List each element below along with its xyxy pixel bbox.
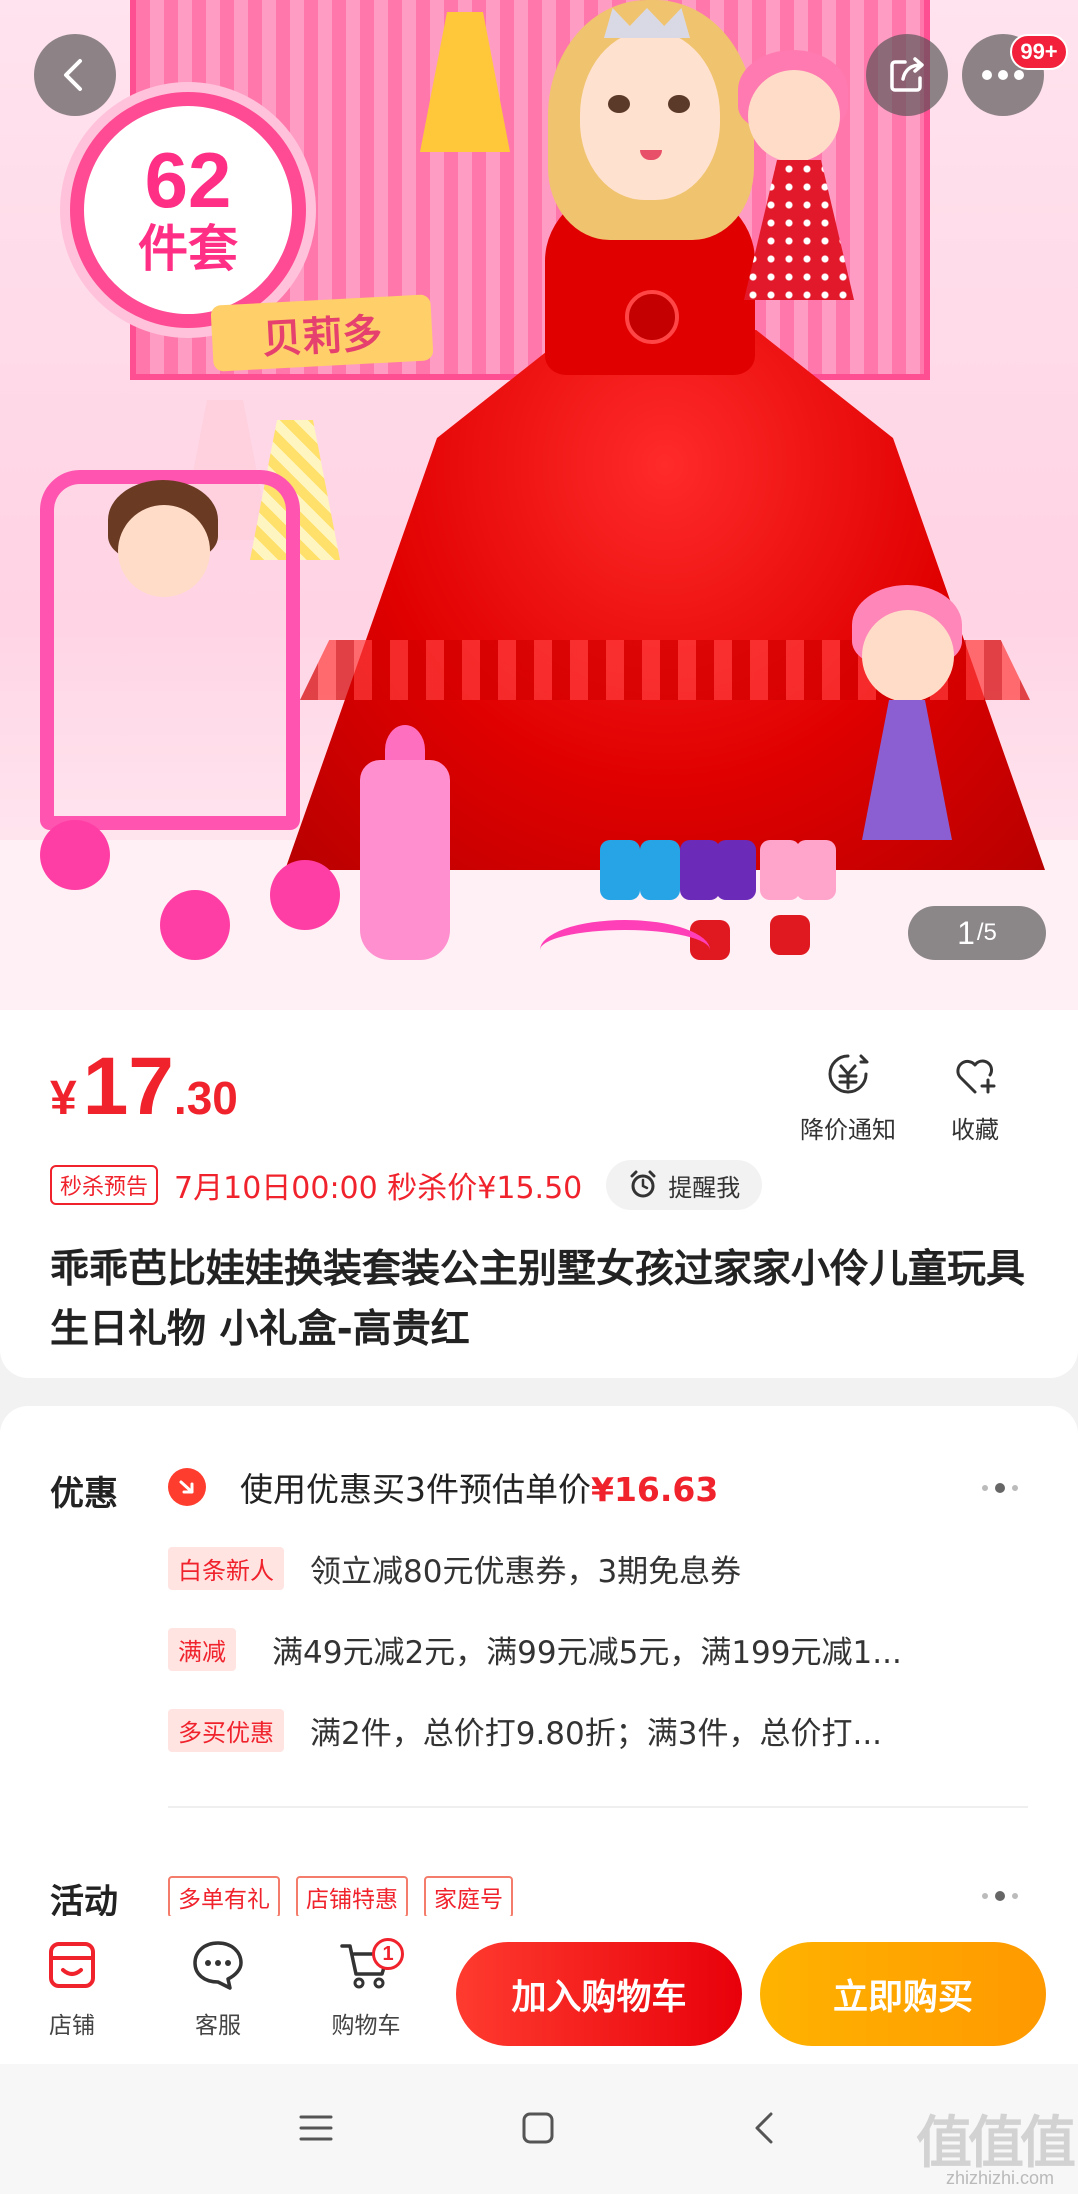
stroller-wheel <box>160 890 230 960</box>
watermark-logo: 值值值 <box>916 2111 1076 2176</box>
activity-tag: 家庭号 <box>424 1876 513 1918</box>
image-total: /5 <box>976 919 997 946</box>
discount-arrow-icon <box>168 1468 206 1506</box>
promo-tag: 多买优惠 <box>168 1709 284 1752</box>
share-icon <box>890 57 924 92</box>
watermark-url: zhizhizhi.com <box>946 2168 1055 2188</box>
cart-count-badge: 1 <box>372 1938 404 1970</box>
estimated-unit-price[interactable]: 使用优惠买3件预估单价¥16.63 <box>240 1463 718 1511</box>
remind-me-label: 提醒我 <box>668 1173 741 1202</box>
promotions-label: 优惠 <box>50 1474 118 1514</box>
promo-text: 领立减80元优惠券，3期免息券 <box>310 1554 742 1590</box>
promo-text: 满2件，总价打9.80折；满3件，总价打... <box>310 1716 883 1752</box>
doll-eye-right <box>668 95 690 113</box>
customer-service-button[interactable]: 客服 <box>168 1938 268 2040</box>
favorite-button[interactable]: 收藏 <box>950 1050 1000 1145</box>
more-dots-icon <box>982 70 1024 80</box>
set-count-badge: 62 件套 <box>70 92 306 328</box>
product-price: ¥ 17 .30 <box>50 1040 238 1134</box>
doll-rose <box>625 290 679 344</box>
estimated-price-value: ¥16.63 <box>591 1470 719 1509</box>
toy-shoe <box>640 840 680 900</box>
activity-tag: 多单有礼 <box>168 1876 280 1918</box>
estimated-price-prefix: 使用优惠买3件预估单价 <box>240 1470 591 1509</box>
toy-shoe <box>600 840 640 900</box>
chevron-left-icon <box>64 59 82 91</box>
favorite-label: 收藏 <box>951 1116 999 1144</box>
chat-bubble-icon <box>193 1941 243 1990</box>
set-count-text: 件套 <box>138 220 238 278</box>
price-currency: ¥ <box>50 1072 77 1125</box>
menu-button[interactable] <box>294 2106 338 2150</box>
toy-shoe <box>716 840 756 900</box>
promo-line[interactable]: 白条新人 领立减80元优惠券，3期免息券 <box>168 1546 741 1591</box>
price-integer: 17 <box>82 1041 174 1132</box>
stroller-wheel <box>40 820 110 890</box>
product-image[interactable]: 62 件套 贝莉多 <box>0 0 1078 1010</box>
promotions-divider <box>168 1806 1028 1808</box>
stroller-doll-head <box>118 505 210 597</box>
system-back-button[interactable] <box>742 2106 786 2150</box>
doll-eye-left <box>608 95 630 113</box>
customer-service-label: 客服 <box>195 2013 241 2039</box>
message-count-badge: 99+ <box>1010 34 1068 70</box>
promo-text: 满49元减2元，满99元减5元，满199元减1... <box>272 1635 902 1671</box>
price-decimal: .30 <box>173 1072 238 1124</box>
price-alert-icon <box>823 1050 873 1100</box>
remind-me-button[interactable]: 提醒我 <box>606 1160 763 1210</box>
promotions-more-icon[interactable] <box>982 1483 1018 1493</box>
store-label: 店铺 <box>49 2013 95 2039</box>
activity-tags[interactable]: 多单有礼 店铺特惠 家庭号 <box>168 1876 513 1918</box>
seckill-text: 7月10日00:00 秒杀价¥15.50 <box>174 1171 583 1206</box>
seckill-preview: 秒杀预告 7月10日00:00 秒杀价¥15.50 提醒我 <box>50 1160 763 1210</box>
price-alert-label: 降价通知 <box>800 1116 896 1144</box>
toy-shoe <box>760 840 800 900</box>
doll-face <box>580 30 720 200</box>
square-home-icon <box>522 2112 554 2144</box>
menu-icon <box>299 2115 333 2141</box>
image-pager: 1 /5 <box>908 906 1046 960</box>
share-button[interactable] <box>866 34 948 116</box>
store-icon <box>49 1942 95 1988</box>
promo-line[interactable]: 满减 满49元减2元，满99元减5元，满199元减1... <box>168 1627 902 1672</box>
activity-more-icon[interactable] <box>982 1891 1018 1901</box>
set-count-number: 62 <box>144 136 232 224</box>
bike-doll-head <box>862 610 954 702</box>
toy-hanger <box>540 920 710 980</box>
heart-icon <box>950 1050 1000 1100</box>
toy-shoe <box>770 915 810 955</box>
activity-tag: 店铺特惠 <box>296 1876 408 1918</box>
cart-label: 购物车 <box>331 2013 401 2039</box>
home-button[interactable] <box>516 2106 560 2150</box>
buy-now-button[interactable]: 立即购买 <box>760 1942 1046 2046</box>
small-doll-head <box>748 70 840 162</box>
back-triangle-icon <box>755 2112 773 2144</box>
brand-logo: 贝莉多 <box>210 294 434 372</box>
promo-line[interactable]: 多买优惠 满2件，总价打9.80折；满3件，总价打... <box>168 1708 882 1753</box>
toy-shoe <box>796 840 836 900</box>
toy-shoe <box>680 840 720 900</box>
alarm-clock-icon <box>630 1170 656 1198</box>
image-index: 1 <box>957 914 975 951</box>
stroller-wheel <box>270 860 340 930</box>
seckill-tag: 秒杀预告 <box>50 1165 159 1205</box>
back-button[interactable] <box>34 34 116 116</box>
add-to-cart-button[interactable]: 加入购物车 <box>456 1942 742 2046</box>
product-title: 乖乖芭比娃娃换装套装公主别墅女孩过家家小伶儿童玩具生日礼物 小礼盒-高贵红 <box>50 1247 1026 1352</box>
toy-bottle <box>360 760 450 960</box>
promo-tag: 满减 <box>168 1628 236 1671</box>
price-alert-button[interactable]: 降价通知 <box>800 1050 896 1145</box>
promo-tag: 白条新人 <box>168 1547 284 1590</box>
store-button[interactable]: 店铺 <box>22 1938 122 2040</box>
